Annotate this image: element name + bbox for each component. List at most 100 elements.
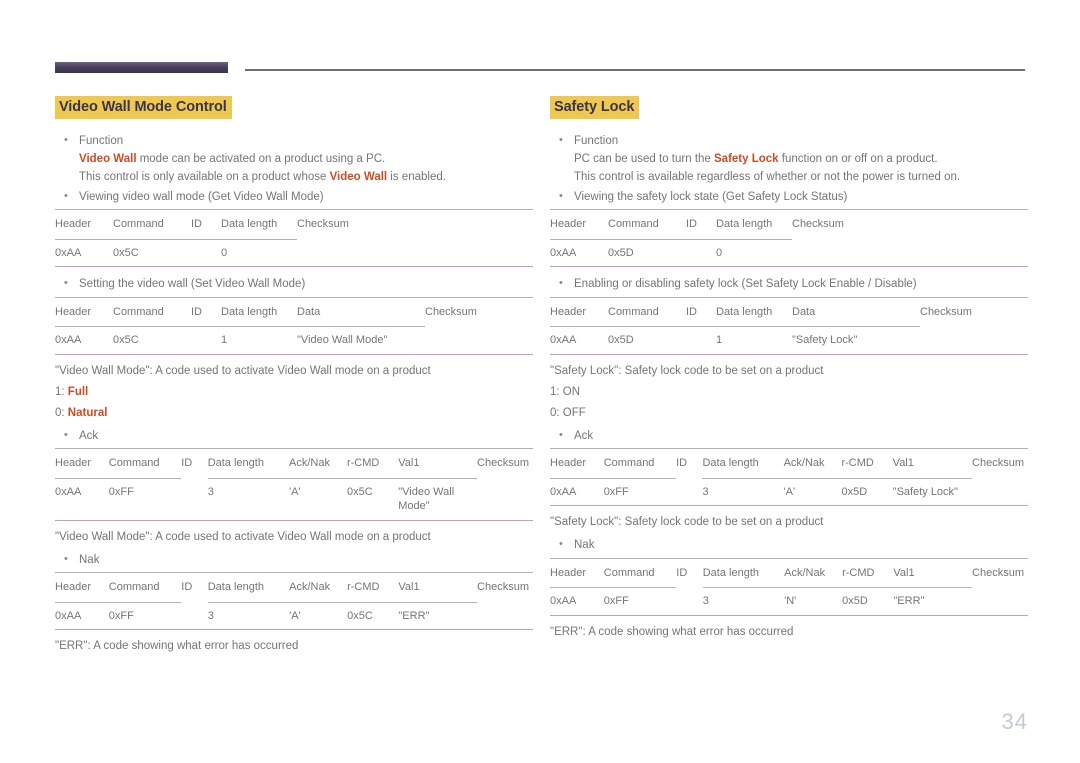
cell-checksum [972,588,1028,616]
col-command: Command [108,572,182,603]
header-rule-thick [55,62,228,73]
bullet-function-left: Function Video Wall mode can be activate… [55,132,533,187]
cell-header: 0xAA [550,246,577,259]
table-set-safety-lock: Header Command ID Data length Data Check… [550,296,1028,355]
col-command: Command [603,448,677,479]
note-err-left: "ERR": A code showing what error has occ… [55,640,299,652]
col-header: Header [550,209,608,240]
col-id: ID [181,581,193,593]
table-header-row: Header Command ID Data length Ack/Nak r-… [55,448,533,479]
col-checksum: Checksum [477,581,529,593]
highlight-video-wall-2: Video Wall [329,171,388,183]
col-checksum: Checksum [920,305,972,318]
table-header-row: Header Command ID Data length Ack/Nak r-… [55,572,533,603]
col-val1: Val1 [893,558,973,588]
table-header-row: Header Command ID Data length Data Check… [550,297,1028,327]
note-video-wall-mode-2: "Video Wall Mode": A code used to activa… [55,530,431,543]
col-checksum: Checksum [972,457,1024,469]
note-safety-lock: "Safety Lock": Safety lock code to be se… [550,364,824,377]
col-header: Header [550,297,608,327]
note-safety-lock-2: "Safety Lock": Safety lock code to be se… [550,516,824,528]
option-0-prefix: 0: [55,406,68,419]
table-row: 0xAA 0xFF 3 'A' 0x5C "Video Wall Mode" [55,478,533,520]
table-header-row: Header Command ID Data length Checksum [55,209,533,240]
table-header-row: Header Command ID Data length Ack/Nak r-… [550,558,1028,588]
page-number: 34 [1001,709,1028,734]
note-option-full: 1: Full [55,383,533,402]
cell-val1: "Video Wall Mode" [398,485,455,513]
function-line-2-left: This control is only available on a prod… [79,169,533,187]
col-ack-nak: Ack/Nak [289,448,347,479]
bullet-get-label-left: Viewing video wall mode (Get Video Wall … [79,190,324,203]
function-line-1-rest: mode can be activated on a product using… [136,153,386,165]
col-command: Command [108,448,182,479]
cell-data-length: 3 [702,485,709,498]
col-header: Header [55,572,109,603]
function-label-left: Function [79,135,124,147]
function-line-2-right: This control is available regardless of … [574,171,961,183]
cell-header: 0xAA [550,595,577,607]
note-option-on: 1: ON [550,385,581,398]
cell-data-length: 1 [716,334,723,346]
table-get-safety-lock-status: Header Command ID Data length Checksum 0… [550,209,1028,267]
table-set-video-wall-mode: Header Command ID Data length Data Check… [55,296,533,355]
col-val1: Val1 [892,448,973,479]
cell-r-cmd: 0x5D [841,485,868,498]
document-page: Video Wall Mode Control Function Video W… [0,0,1080,763]
cell-command: 0xFF [603,595,629,607]
cell-checksum [297,239,533,267]
col-data-length: Data length [207,572,290,603]
col-ack-nak: Ack/Nak [784,558,843,588]
table-nak-video-wall: Header Command ID Data length Ack/Nak r-… [55,572,533,630]
cell-r-cmd: 0x5C [346,485,373,498]
cell-data-length: 3 [207,609,214,622]
col-r-cmd: r-CMD [841,448,893,479]
bullet-function-right: Function PC can be used to turn the Safe… [550,132,1028,187]
col-command: Command [603,558,677,588]
cell-header: 0xAA [55,485,82,498]
col-command: Command [113,297,191,327]
bullet-nak-left: Nak [55,551,533,570]
note-err-right: "ERR": A code showing what error has occ… [550,625,794,638]
cell-data: "Safety Lock" [792,334,858,346]
function-line-2-a: This control is only available on a prod… [79,171,330,183]
cell-header: 0xAA [550,334,577,346]
col-id: ID [191,297,221,327]
col-command: Command [608,209,686,240]
left-column: Video Wall Mode Control Function Video W… [55,96,533,656]
function-line-1-c: function on or off on a product. [778,153,938,165]
col-id: ID [676,457,688,469]
bullet-set-video-wall-mode: Setting the video wall (Set Video Wall M… [55,275,533,294]
col-val1: Val1 [398,448,478,479]
highlight-safety-lock-1: Safety Lock [714,153,779,165]
col-data-length: Data length [716,297,792,327]
cell-checksum [792,239,1028,267]
function-line-1-left: Video Wall mode can be activated on a pr… [79,151,533,169]
col-header: Header [55,448,109,479]
function-line-1-a: PC can be used to turn the [574,153,715,165]
col-header: Header [550,558,604,588]
col-id: ID [181,457,193,469]
note-option-off: 0: OFF [550,406,586,419]
table-header-row: Header Command ID Data length Data Check… [55,297,533,327]
col-id: ID [191,209,221,240]
cell-command: 0xFF [108,609,134,622]
function-label-right: Function [574,135,619,147]
col-ack-nak: Ack/Nak [783,448,842,479]
cell-header: 0xAA [55,334,82,346]
bullet-nak-right: Nak [550,536,1028,555]
col-checksum: Checksum [425,305,477,318]
table-row: 0xAA 0xFF 3 'A' 0x5D "Safety Lock" [550,478,1028,506]
cell-command: 0xFF [603,485,629,498]
col-command: Command [608,297,686,327]
cell-data-length: 0 [221,246,228,259]
cell-checksum [920,327,1028,355]
cell-val1: "Safety Lock" [892,485,958,498]
cell-command: 0x5C [113,334,139,346]
col-header: Header [55,297,113,327]
col-data-length: Data length [221,297,297,327]
table-row: 0xAA 0xFF 3 'N' 0x5D "ERR" [550,588,1028,616]
note-video-wall-mode: "Video Wall Mode": A code used to activa… [55,364,431,377]
table-row: 0xAA 0x5C 1 "Video Wall Mode" [55,327,533,355]
bullet-ack-right: Ack [550,427,1028,446]
